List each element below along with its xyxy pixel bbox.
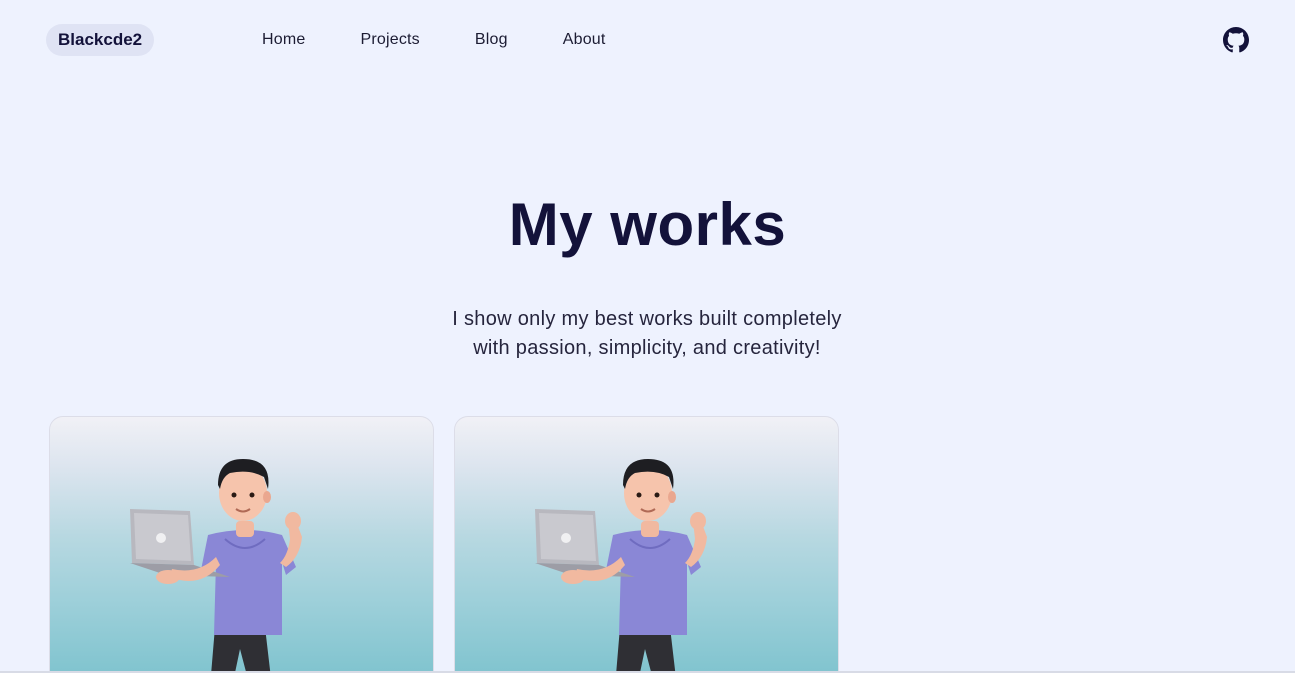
subtitle-line-2: with passion, simplicity, and creativity… [473,337,821,359]
project-card[interactable] [49,416,434,673]
nav-link-projects[interactable]: Projects [360,30,419,50]
github-icon[interactable] [1223,27,1249,53]
nav-link-home[interactable]: Home [262,30,305,50]
project-card[interactable] [454,416,839,673]
subtitle-line-1: I show only my best works built complete… [452,308,842,330]
page: Blackcde2 Home Projects Blog About My wo… [0,0,1295,673]
page-title: My works [508,191,787,258]
nav-links: Home Projects Blog About [262,30,606,50]
page-subtitle: I show only my best works built complete… [397,305,897,363]
nav-link-blog[interactable]: Blog [475,30,508,50]
brand-logo[interactable]: Blackcde2 [46,24,155,56]
person-with-laptop-illustration [130,459,302,673]
nav-link-about[interactable]: About [563,30,606,50]
navbar: Blackcde2 Home Projects Blog About [0,0,1295,80]
person-with-laptop-illustration [535,459,707,673]
